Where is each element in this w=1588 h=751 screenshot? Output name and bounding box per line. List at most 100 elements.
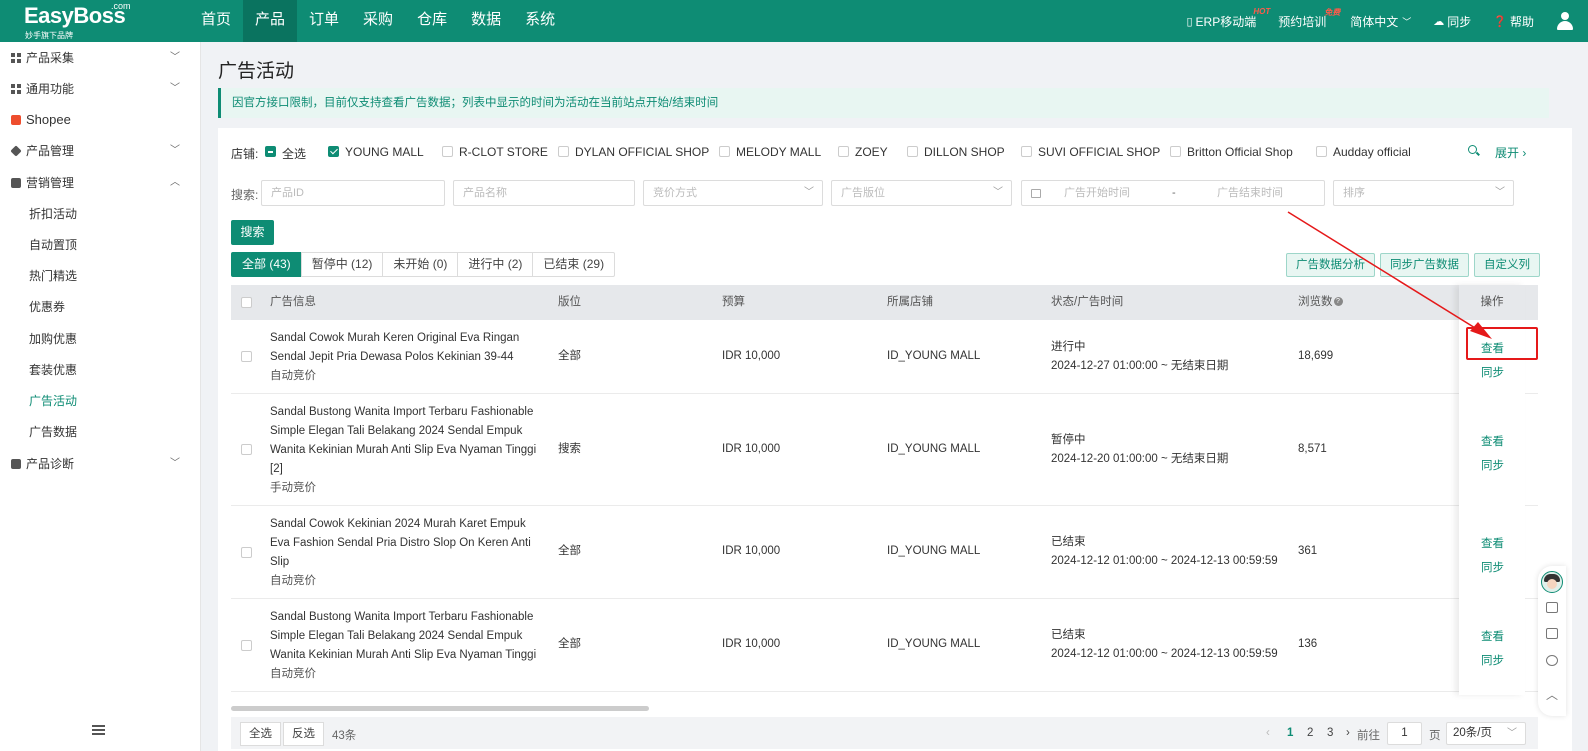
product-name-input[interactable]: 产品名称 bbox=[453, 180, 635, 206]
page-1[interactable]: 1 bbox=[1287, 727, 1293, 739]
store-name[interactable]: Britton Official Shop bbox=[1187, 145, 1293, 159]
search-button[interactable]: 搜索 bbox=[231, 220, 274, 245]
store-name[interactable]: ZOEY bbox=[855, 145, 888, 159]
store-name[interactable]: MELODY MALL bbox=[736, 145, 821, 159]
date-range-picker[interactable]: 广告开始时间 - 广告结束时间 bbox=[1021, 180, 1325, 206]
sync-button[interactable]: 同步 bbox=[1481, 559, 1504, 575]
page-size-select[interactable]: 20条/页 ﹀ bbox=[1446, 722, 1526, 745]
refresh-icon[interactable] bbox=[1546, 655, 1558, 666]
store-select-all-checkbox[interactable] bbox=[265, 146, 276, 157]
erp-mobile-link[interactable]: ▯ ERP移动端 HOT bbox=[1186, 7, 1270, 30]
next-page-icon[interactable]: › bbox=[1346, 727, 1350, 739]
store-checkbox[interactable] bbox=[1021, 146, 1032, 157]
menu-collapse-icon[interactable] bbox=[92, 725, 105, 735]
nav-home[interactable]: 首页 bbox=[189, 0, 243, 42]
nav-system[interactable]: 系统 bbox=[513, 0, 567, 42]
expand-link[interactable]: 展开 › bbox=[1495, 144, 1526, 161]
footer-select-all-button[interactable]: 全选 bbox=[240, 722, 281, 746]
back-to-top-icon[interactable]: ︿ bbox=[1546, 686, 1558, 703]
help-link[interactable]: ❓ 帮助 bbox=[1493, 13, 1534, 30]
sidebar-label: 产品诊断 bbox=[26, 457, 75, 471]
col-views: 浏览数? bbox=[1298, 285, 1343, 320]
sidebar-item-general[interactable]: 通用功能 ﹀ bbox=[0, 76, 200, 102]
store-checkbox[interactable] bbox=[328, 146, 339, 157]
sidebar-sub-ad-data[interactable]: 广告数据 bbox=[29, 421, 77, 443]
tab-not-started[interactable]: 未开始 (0) bbox=[382, 252, 459, 277]
search-icon[interactable] bbox=[1468, 145, 1480, 157]
tab-ended[interactable]: 已结束 (29) bbox=[532, 252, 616, 277]
sync-link[interactable]: ☁ 同步 bbox=[1433, 13, 1471, 30]
view-button[interactable]: 查看 bbox=[1481, 340, 1504, 356]
row-checkbox[interactable] bbox=[241, 640, 252, 651]
view-button[interactable]: 查看 bbox=[1481, 628, 1504, 644]
row-checkbox[interactable] bbox=[241, 444, 252, 455]
store-name[interactable]: R-CLOT STORE bbox=[459, 145, 548, 159]
nav-data[interactable]: 数据 bbox=[459, 0, 513, 42]
sidebar-item-diagnosis[interactable]: 产品诊断 ﹀ bbox=[0, 451, 200, 477]
logo[interactable]: EasyBoss .com 妙手旗下品牌 bbox=[22, 1, 152, 40]
store-name[interactable]: SUVI OFFICIAL SHOP bbox=[1038, 145, 1160, 159]
ad-analysis-button[interactable]: 广告数据分析 bbox=[1286, 253, 1375, 277]
view-button[interactable]: 查看 bbox=[1481, 535, 1504, 551]
page-3[interactable]: 3 bbox=[1327, 727, 1333, 739]
custom-columns-button[interactable]: 自定义列 bbox=[1474, 253, 1540, 277]
tab-paused[interactable]: 暂停中 (12) bbox=[300, 252, 384, 277]
sync-button[interactable]: 同步 bbox=[1481, 457, 1504, 473]
language-select[interactable]: 简体中文 ﹀ bbox=[1350, 13, 1411, 30]
tab-all[interactable]: 全部 (43) bbox=[231, 252, 302, 277]
help-doc-icon[interactable] bbox=[1546, 602, 1558, 613]
prev-page-icon[interactable]: ‹ bbox=[1266, 727, 1270, 739]
row-checkbox[interactable] bbox=[241, 351, 252, 362]
store-checkbox[interactable] bbox=[907, 146, 918, 157]
sidebar-sub-coupon[interactable]: 优惠券 bbox=[29, 296, 65, 318]
sidebar-item-shopee[interactable]: Shopee bbox=[0, 107, 200, 133]
invert-selection-button[interactable]: 反选 bbox=[283, 722, 324, 746]
training-link[interactable]: 预约培训 免费 bbox=[1278, 8, 1340, 30]
nav-order[interactable]: 订单 bbox=[297, 0, 351, 42]
store-checkbox[interactable] bbox=[558, 146, 569, 157]
product-id-input[interactable]: 产品ID bbox=[261, 180, 445, 206]
sidebar-item-marketing[interactable]: 营销管理 ︿ bbox=[0, 170, 200, 196]
sidebar-sub-discount[interactable]: 折扣活动 bbox=[29, 203, 77, 225]
horizontal-scrollbar[interactable] bbox=[231, 706, 649, 711]
sidebar-item-product-mgmt[interactable]: 产品管理 ﹀ bbox=[0, 138, 200, 164]
store-select-all-label[interactable]: 全选 bbox=[282, 145, 306, 162]
select-all-rows-checkbox[interactable] bbox=[241, 297, 252, 308]
store-checkbox[interactable] bbox=[719, 146, 730, 157]
sidebar-sub-hot-picks[interactable]: 热门精选 bbox=[29, 265, 77, 287]
store-checkbox[interactable] bbox=[1170, 146, 1181, 157]
nav-product[interactable]: 产品 bbox=[243, 0, 298, 42]
user-icon[interactable] bbox=[1556, 12, 1574, 30]
support-avatar-icon[interactable] bbox=[1541, 571, 1563, 593]
sidebar-sub-bundle[interactable]: 套装优惠 bbox=[29, 359, 77, 381]
store-checkbox[interactable] bbox=[442, 146, 453, 157]
store-name[interactable]: Audday official bbox=[1333, 145, 1411, 159]
store-checkbox[interactable] bbox=[838, 146, 849, 157]
chat-icon[interactable] bbox=[1546, 628, 1558, 639]
store-name[interactable]: DYLAN OFFICIAL SHOP bbox=[575, 145, 709, 159]
store-name[interactable]: YOUNG MALL bbox=[345, 145, 424, 159]
page-input[interactable]: 1 bbox=[1387, 722, 1422, 745]
sidebar-item-product-collect[interactable]: 产品采集 ﹀ bbox=[0, 45, 200, 71]
question-icon[interactable]: ? bbox=[1333, 297, 1343, 307]
sidebar-sub-addon[interactable]: 加购优惠 bbox=[29, 328, 77, 350]
store-name[interactable]: DILLON SHOP bbox=[924, 145, 1005, 159]
floating-toolbar: ︿ bbox=[1538, 566, 1566, 716]
page-2[interactable]: 2 bbox=[1307, 727, 1313, 739]
ad-placement-select[interactable]: 广告版位 ﹀ bbox=[831, 180, 1012, 206]
sync-button[interactable]: 同步 bbox=[1481, 364, 1504, 380]
bid-method-select[interactable]: 竞价方式 ﹀ bbox=[643, 180, 823, 206]
store-checkbox[interactable] bbox=[1316, 146, 1327, 157]
sidebar-sub-ad-campaign[interactable]: 广告活动 bbox=[29, 390, 77, 412]
view-button[interactable]: 查看 bbox=[1481, 433, 1504, 449]
sync-button[interactable]: 同步 bbox=[1481, 652, 1504, 668]
sync-ad-data-button[interactable]: 同步广告数据 bbox=[1380, 253, 1469, 277]
row-checkbox[interactable] bbox=[241, 547, 252, 558]
tab-ongoing[interactable]: 进行中 (2) bbox=[457, 252, 534, 277]
nav-purchase[interactable]: 采购 bbox=[351, 0, 405, 42]
ad-title-line: Slip bbox=[270, 556, 290, 568]
sidebar-sub-auto-top[interactable]: 自动置顶 bbox=[29, 234, 77, 256]
nav-warehouse[interactable]: 仓库 bbox=[405, 0, 459, 42]
sort-select[interactable]: 排序 ﹀ bbox=[1333, 180, 1514, 206]
goto-label: 前往 bbox=[1357, 730, 1380, 742]
